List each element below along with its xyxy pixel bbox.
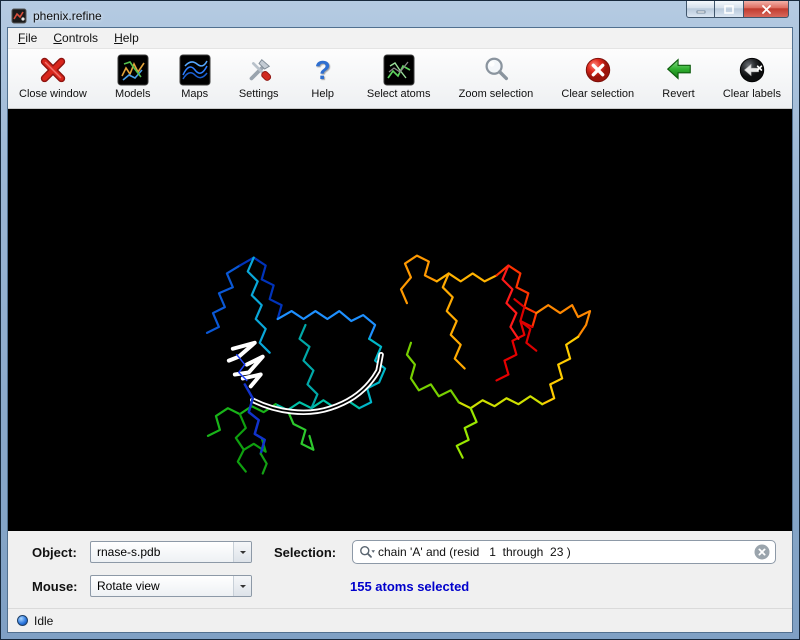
clear-search-icon[interactable] bbox=[754, 544, 770, 560]
toolbar-item-zoom-selection[interactable]: Zoom selection bbox=[456, 52, 537, 102]
zoom-selection-icon bbox=[480, 54, 512, 86]
app-icon bbox=[11, 8, 27, 24]
settings-icon bbox=[243, 54, 275, 86]
toolbar-item-revert[interactable]: Revert bbox=[659, 52, 697, 102]
maximize-button[interactable] bbox=[715, 1, 744, 18]
object-row: Object: rnase-s.pdb Selection: bbox=[32, 540, 776, 564]
window-controls bbox=[686, 1, 789, 18]
menu-item-controls[interactable]: Controls bbox=[45, 28, 106, 48]
status-text: Idle bbox=[34, 614, 53, 628]
app-window: phenix.refine File Controls Help bbox=[0, 0, 800, 640]
toolbar-item-models[interactable]: Models bbox=[112, 52, 153, 102]
object-combo-arrow[interactable] bbox=[233, 542, 251, 562]
toolbar-label: Close window bbox=[19, 88, 87, 100]
toolbar-label: Settings bbox=[239, 88, 279, 100]
selection-input[interactable] bbox=[378, 545, 751, 559]
controls-panel: Object: rnase-s.pdb Selection: bbox=[8, 531, 792, 608]
menu-item-help[interactable]: Help bbox=[106, 28, 147, 48]
toolbar-label: Revert bbox=[662, 88, 694, 100]
object-label: Object: bbox=[32, 545, 90, 560]
toolbar-item-settings[interactable]: Settings bbox=[236, 52, 282, 102]
mouse-combo-arrow[interactable] bbox=[233, 576, 251, 596]
minimize-button[interactable] bbox=[686, 1, 715, 18]
selection-searchbox[interactable] bbox=[352, 540, 776, 564]
mouse-combobox[interactable]: Rotate view bbox=[90, 575, 252, 597]
close-window-icon bbox=[37, 54, 69, 86]
chevron-down-icon bbox=[240, 551, 246, 557]
toolbar-label: Models bbox=[115, 88, 150, 100]
close-button[interactable] bbox=[744, 1, 789, 18]
select-atoms-icon bbox=[383, 54, 415, 86]
menubar: File Controls Help bbox=[8, 28, 792, 49]
toolbar-label: Clear selection bbox=[561, 88, 634, 100]
toolbar-label: Clear labels bbox=[723, 88, 781, 100]
mouse-value: Rotate view bbox=[91, 579, 233, 593]
toolbar-item-clear-selection[interactable]: Clear selection bbox=[558, 52, 637, 102]
chevron-down-icon bbox=[240, 585, 246, 591]
atoms-selected-text: 155 atoms selected bbox=[350, 579, 469, 594]
toolbar-item-clear-labels[interactable]: Clear labels bbox=[720, 52, 784, 102]
toolbar-item-help[interactable]: ? Help bbox=[304, 52, 342, 102]
mouse-row: Mouse: Rotate view 155 atoms selected bbox=[32, 574, 776, 598]
toolbar: Close window Models bbox=[8, 49, 792, 109]
client-area: File Controls Help Close window bbox=[7, 27, 793, 633]
toolbar-label: Help bbox=[311, 88, 334, 100]
toolbar-item-close-window[interactable]: Close window bbox=[16, 52, 90, 102]
statusbar: Idle bbox=[8, 608, 792, 632]
status-led-icon bbox=[17, 615, 28, 626]
close-icon bbox=[761, 5, 772, 14]
titlebar[interactable]: phenix.refine bbox=[7, 1, 793, 27]
models-icon bbox=[117, 54, 149, 86]
maximize-icon bbox=[724, 5, 734, 14]
maps-icon bbox=[179, 54, 211, 86]
object-combobox[interactable]: rnase-s.pdb bbox=[90, 541, 252, 563]
mouse-label: Mouse: bbox=[32, 579, 90, 594]
menu-item-file[interactable]: File bbox=[10, 28, 45, 48]
toolbar-item-select-atoms[interactable]: Select atoms bbox=[364, 52, 434, 102]
clear-labels-icon bbox=[736, 54, 768, 86]
selection-label: Selection: bbox=[274, 545, 344, 560]
viewport[interactable] bbox=[8, 109, 792, 531]
help-icon: ? bbox=[307, 54, 339, 86]
object-value: rnase-s.pdb bbox=[91, 545, 233, 559]
toolbar-label: Zoom selection bbox=[459, 88, 534, 100]
window-title: phenix.refine bbox=[33, 9, 102, 23]
revert-icon bbox=[663, 54, 695, 86]
toolbar-label: Select atoms bbox=[367, 88, 431, 100]
toolbar-label: Maps bbox=[181, 88, 208, 100]
clear-selection-icon bbox=[582, 54, 614, 86]
question-mark-glyph: ? bbox=[315, 55, 331, 85]
minimize-icon bbox=[696, 5, 706, 14]
search-icon[interactable] bbox=[359, 544, 375, 560]
molecule-render bbox=[8, 109, 792, 531]
toolbar-item-maps[interactable]: Maps bbox=[176, 52, 214, 102]
